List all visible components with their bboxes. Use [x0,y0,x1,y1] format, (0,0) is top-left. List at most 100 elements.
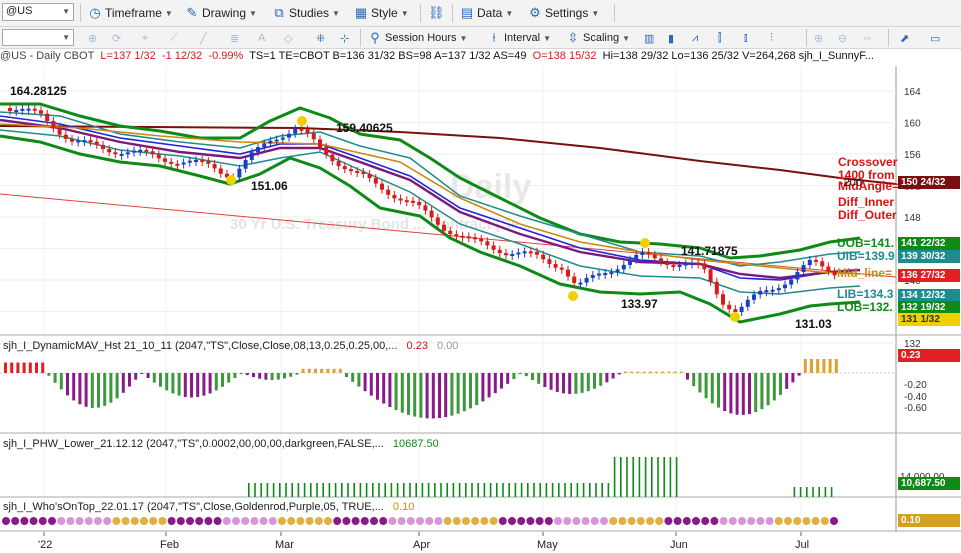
candle-body[interactable] [256,147,260,153]
phw-bar[interactable] [824,487,827,497]
candle-body[interactable] [392,194,397,199]
histogram-bar[interactable] [580,373,584,393]
swing-low-marker[interactable] [568,291,578,301]
histogram-bar[interactable] [834,359,838,373]
candle-body[interactable] [733,309,738,312]
candle-body[interactable] [349,169,353,172]
whos-on-top-dot[interactable] [360,517,369,525]
phw-bar[interactable] [297,483,300,497]
candle-body[interactable] [621,264,626,270]
whos-on-top-dot[interactable] [609,517,618,525]
histogram-bar[interactable] [320,368,324,373]
interval-input[interactable]: ▼ [2,29,74,46]
candle-body[interactable] [218,168,223,174]
whos-on-top-dot[interactable] [11,517,20,525]
candle-body[interactable] [39,110,43,114]
whos-on-top-dot[interactable] [581,517,590,525]
histogram-bar[interactable] [388,373,392,408]
candle-body[interactable] [411,200,415,203]
candle-body[interactable] [435,217,440,225]
histogram-bar[interactable] [518,373,522,375]
window-icon[interactable]: ▭ [930,30,940,46]
histogram-bar[interactable] [276,373,280,380]
histogram-bar[interactable] [803,359,807,373]
whos-on-top-dot[interactable] [370,517,378,525]
candle-body[interactable] [764,290,769,293]
candle-body[interactable] [336,161,341,167]
studies-button[interactable]: ⧉ Studies ▼ [272,5,340,21]
candle-body[interactable] [101,144,105,149]
histogram-bar[interactable] [655,371,658,373]
candle-body[interactable] [429,210,434,218]
scroll-icon[interactable]: ⇔ [862,30,873,46]
whos-on-top-dot[interactable] [452,517,461,525]
histogram-bar[interactable] [524,373,528,377]
phw-bar[interactable] [669,457,672,497]
candle-body[interactable] [206,161,211,164]
histogram-bar[interactable] [314,368,317,373]
phw-bar[interactable] [570,483,572,497]
candle-body[interactable] [528,251,533,254]
histogram-bar[interactable] [686,373,689,380]
whos-on-top-dot[interactable] [241,517,250,525]
histogram-bar[interactable] [159,373,162,387]
histogram-bar[interactable] [16,362,20,374]
candle-body[interactable] [466,236,471,239]
histogram-bar[interactable] [72,373,76,401]
phw-bar[interactable] [508,483,510,497]
histogram-bar[interactable] [134,373,138,380]
candle-body[interactable] [373,178,378,184]
add-chart-icon[interactable]: ⬈ [900,30,909,46]
histogram-bar[interactable] [779,373,782,395]
histogram-bar[interactable] [624,371,627,373]
candle-body[interactable] [280,137,285,140]
whos-on-top-dot[interactable] [563,517,572,525]
whos-on-top-dot[interactable] [526,517,535,525]
interval-button[interactable]: ⍿ Interval ▼ [487,30,551,46]
candle-body[interactable] [677,264,682,267]
whos-on-top-dot[interactable] [692,517,700,525]
histogram-bar[interactable] [190,373,193,398]
phw-bar[interactable] [372,483,374,497]
whos-on-top-dot[interactable] [250,517,259,525]
histogram-bar[interactable] [357,373,361,387]
phw-bar[interactable] [496,483,498,497]
candle-body[interactable] [8,108,12,112]
candle-body[interactable] [94,141,99,145]
candle-body[interactable] [342,166,347,170]
whos-on-top-dot[interactable] [508,517,516,525]
whos-on-top-dot[interactable] [443,517,452,525]
phw-bar[interactable] [589,483,591,497]
whos-on-top-dot[interactable] [57,517,66,525]
histogram-bar[interactable] [537,373,541,384]
candle-body[interactable] [175,163,180,166]
candle-body[interactable] [200,159,205,162]
candle-body[interactable] [51,120,56,129]
phw-bar[interactable] [533,483,535,497]
candle-body[interactable] [119,153,124,156]
phw-bar[interactable] [595,483,597,497]
phw-lower-histogram[interactable] [248,457,833,497]
candle-body[interactable] [789,279,794,285]
histogram-bar[interactable] [345,373,348,377]
text-icon[interactable]: A [258,30,265,46]
whos-on-top-dots[interactable] [2,517,838,525]
candle-body[interactable] [150,151,155,155]
candle-body[interactable] [807,259,812,266]
candle-body[interactable] [318,139,322,148]
candle-body[interactable] [510,253,515,256]
phw-bar[interactable] [328,483,331,497]
session-hours-button[interactable]: ⚲ Session Hours ▼ [368,30,467,46]
phw-bar[interactable] [322,483,324,497]
histogram-bar[interactable] [500,373,503,389]
whos-on-top-dot[interactable] [2,517,10,525]
phw-bar[interactable] [632,457,634,497]
candle-body[interactable] [497,249,502,254]
candle-body[interactable] [212,163,217,169]
candle-body[interactable] [584,277,589,283]
candle-body[interactable] [113,152,118,155]
whos-on-top-dot[interactable] [802,517,811,525]
phw-bar[interactable] [626,457,628,497]
candle-body[interactable] [727,304,732,310]
whos-on-top-dot[interactable] [149,517,158,525]
